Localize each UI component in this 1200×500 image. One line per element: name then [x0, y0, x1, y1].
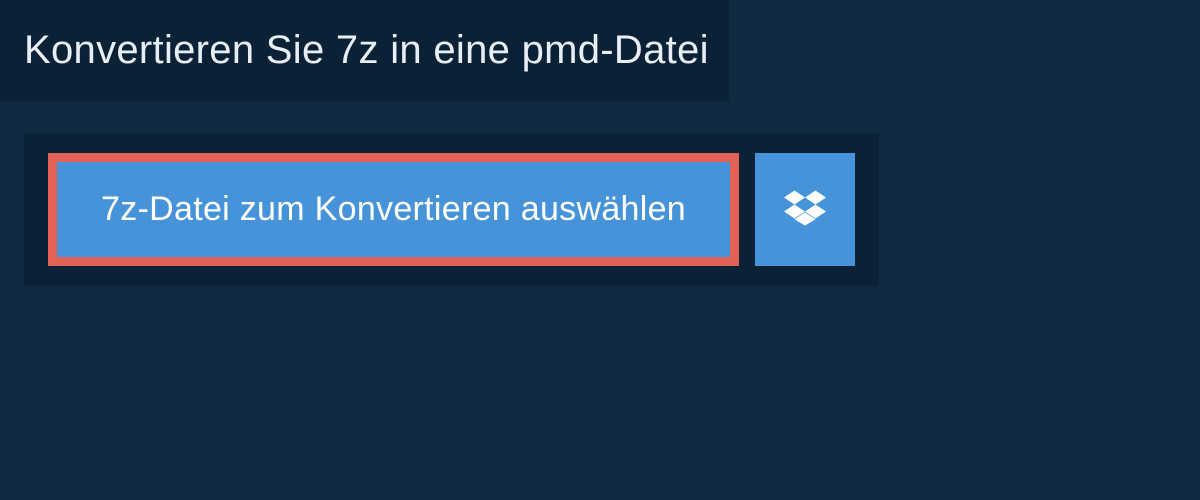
- upload-panel: 7z-Datei zum Konvertieren auswählen: [24, 133, 879, 286]
- dropbox-icon: [784, 187, 826, 232]
- select-file-button[interactable]: 7z-Datei zum Konvertieren auswählen: [48, 153, 739, 266]
- page-header: Konvertieren Sie 7z in eine pmd-Datei: [0, 0, 729, 101]
- dropbox-button[interactable]: [755, 153, 855, 266]
- page-title: Konvertieren Sie 7z in eine pmd-Datei: [24, 28, 709, 73]
- select-file-label: 7z-Datei zum Konvertieren auswählen: [101, 190, 686, 229]
